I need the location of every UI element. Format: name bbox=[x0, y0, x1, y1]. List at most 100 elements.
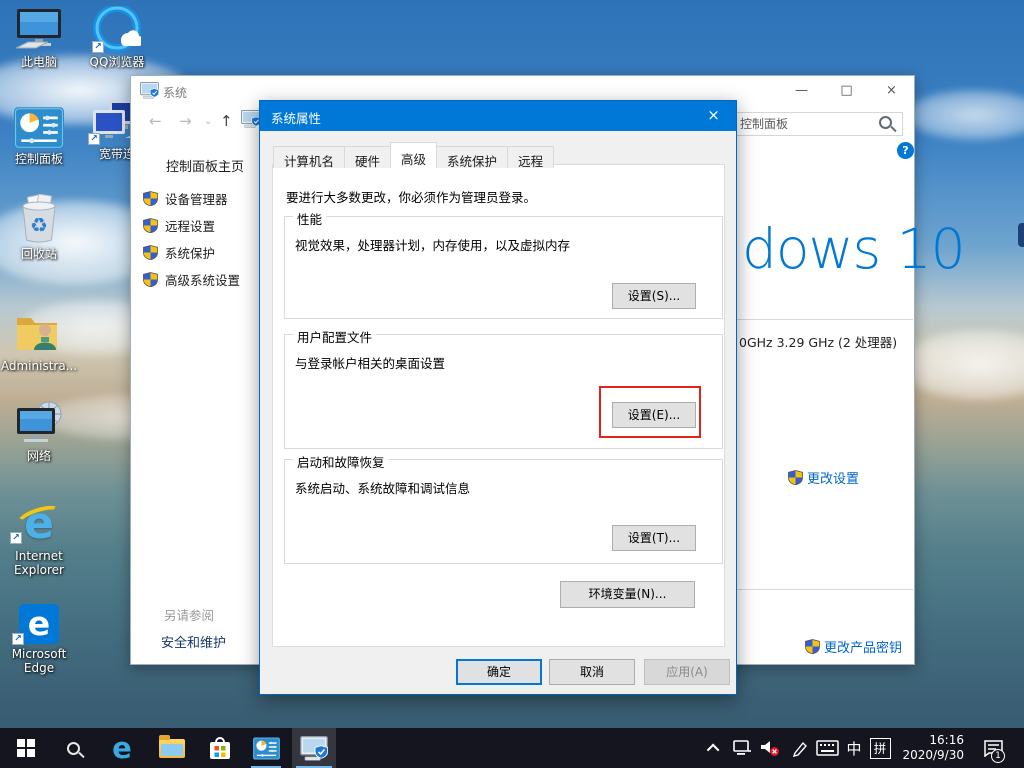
start-button[interactable] bbox=[8, 728, 44, 768]
desktop-icon-control-panel[interactable]: 控制面板 bbox=[0, 103, 78, 166]
shortcut-arrow-badge: ↗ bbox=[88, 133, 100, 145]
speaker-muted-icon bbox=[760, 739, 780, 757]
taskbar-edge-button[interactable]: e bbox=[102, 728, 142, 768]
sidebar-item-remote-settings[interactable]: 远程设置 bbox=[143, 216, 215, 235]
address-bar-icon bbox=[241, 110, 261, 128]
sidebar-item-advanced-system-settings[interactable]: 高级系统设置 bbox=[143, 270, 240, 289]
desktop-icon-label: Administra... bbox=[0, 359, 78, 373]
uac-shield-icon bbox=[143, 245, 158, 260]
performance-settings-button[interactable]: 设置(S)... bbox=[612, 283, 696, 309]
uac-shield-icon bbox=[788, 470, 803, 485]
maximize-button[interactable]: □ bbox=[824, 76, 869, 105]
desktop-icon-network[interactable]: 网络 bbox=[0, 400, 78, 463]
tray-clock[interactable]: 16:16 2020/9/30 bbox=[894, 733, 964, 763]
forward-icon[interactable]: → bbox=[179, 112, 192, 130]
desktop-icon-internet-explorer[interactable]: e ↗ Internet Explorer bbox=[0, 494, 78, 577]
taskbar-store-button[interactable] bbox=[200, 728, 240, 768]
tab-remote[interactable]: 远程 bbox=[507, 146, 554, 168]
tray-ime-pinyin[interactable]: 拼 bbox=[866, 728, 894, 768]
tray-action-center[interactable]: 1 bbox=[975, 728, 1011, 768]
sidebar-item-security-maintenance[interactable]: 安全和维护 bbox=[161, 632, 226, 651]
pinyin-badge: 拼 bbox=[870, 738, 891, 759]
wallpaper-detail bbox=[1018, 223, 1024, 247]
search-icon[interactable] bbox=[879, 116, 892, 129]
qq-browser-icon: ↗ bbox=[78, 6, 156, 52]
sidebar-item-device-manager[interactable]: 设备管理器 bbox=[143, 189, 228, 208]
startup-recovery-group-title: 启动和故障恢复 bbox=[293, 452, 389, 471]
this-pc-icon bbox=[0, 6, 78, 52]
clock-time: 16:16 bbox=[894, 733, 964, 748]
windows-start-icon bbox=[17, 739, 35, 757]
taskbar-system-button-active[interactable] bbox=[292, 728, 336, 768]
control-panel-icon bbox=[0, 103, 78, 149]
see-also-heading: 另请参阅 bbox=[164, 605, 214, 624]
microsoft-edge-icon: e ↗ bbox=[0, 598, 78, 644]
tray-network-icon[interactable] bbox=[729, 728, 755, 768]
cpu-info-text: 0GHz 3.29 GHz (2 处理器) bbox=[739, 332, 897, 351]
tray-show-hidden-icons[interactable] bbox=[702, 728, 726, 768]
shortcut-arrow-badge: ↗ bbox=[12, 633, 24, 645]
system-properties-dialog: 系统属性 × 计算机名 硬件 高级 系统保护 远程 要进行大多数更改，你必须作为… bbox=[259, 100, 737, 695]
desktop-icon-label: 此电脑 bbox=[0, 55, 78, 69]
desktop-icon-qq-browser[interactable]: ↗ QQ浏览器 bbox=[78, 6, 156, 69]
startup-recovery-group: 启动和故障恢复 系统启动、系统故障和调试信息 设置(T)... bbox=[284, 459, 723, 564]
user-profiles-group-title: 用户配置文件 bbox=[293, 327, 376, 346]
uac-shield-icon bbox=[143, 272, 158, 287]
environment-variables-button[interactable]: 环境变量(N)... bbox=[560, 581, 695, 608]
tray-touch-keyboard-icon[interactable] bbox=[812, 728, 842, 768]
desktop-icon-label: QQ浏览器 bbox=[78, 55, 156, 69]
user-folder-icon bbox=[0, 310, 78, 356]
desktop-icon-recycle-bin[interactable]: ♻ 回收站 bbox=[0, 198, 78, 261]
divider bbox=[735, 589, 913, 590]
tray-volume-muted-icon[interactable] bbox=[757, 728, 783, 768]
dialog-close-button[interactable]: × bbox=[691, 101, 736, 131]
back-icon[interactable]: ← bbox=[149, 112, 162, 130]
sidebar-item-control-panel-home[interactable]: 控制面板主页 bbox=[166, 156, 244, 175]
network-status-icon bbox=[733, 740, 751, 756]
tab-computer-name[interactable]: 计算机名 bbox=[273, 146, 345, 168]
desktop-icon-label: 回收站 bbox=[0, 247, 78, 261]
uac-shield-icon bbox=[143, 218, 158, 233]
desktop-icon-label: 控制面板 bbox=[0, 152, 78, 166]
window-title: 系统 bbox=[163, 84, 187, 101]
red-highlight-box bbox=[599, 386, 701, 438]
system-window-icon bbox=[140, 82, 159, 99]
desktop-icon-this-pc[interactable]: 此电脑 bbox=[0, 6, 78, 69]
cancel-button[interactable]: 取消 bbox=[549, 659, 635, 685]
edge-e-glyph: e bbox=[28, 604, 50, 644]
desktop-icon-microsoft-edge[interactable]: e ↗ Microsoft Edge bbox=[0, 598, 78, 675]
taskbar-file-explorer-button[interactable] bbox=[152, 728, 192, 768]
taskbar-control-panel-button[interactable] bbox=[246, 728, 286, 768]
cloud bbox=[900, 330, 1024, 400]
network-icon bbox=[0, 400, 78, 446]
startup-settings-button[interactable]: 设置(T)... bbox=[612, 525, 696, 551]
tab-hardware[interactable]: 硬件 bbox=[344, 146, 391, 168]
dialog-title: 系统属性 bbox=[271, 108, 321, 127]
startup-recovery-description: 系统启动、系统故障和调试信息 bbox=[295, 478, 470, 497]
sidebar-item-system-protection[interactable]: 系统保护 bbox=[143, 243, 215, 262]
apply-button[interactable]: 应用(A) bbox=[644, 659, 730, 685]
history-dropdown-icon[interactable]: ⌄ bbox=[204, 116, 212, 127]
uac-shield-icon bbox=[805, 639, 820, 654]
help-icon[interactable]: ? bbox=[897, 142, 914, 159]
performance-group: 性能 视觉效果，处理器计划，内存使用，以及虚拟内存 设置(S)... bbox=[284, 216, 723, 319]
taskbar-search-button[interactable] bbox=[56, 728, 90, 768]
internet-explorer-icon: e ↗ bbox=[0, 494, 78, 546]
recycle-bin-icon: ♻ bbox=[0, 198, 78, 244]
microsoft-store-icon bbox=[208, 735, 232, 761]
tray-pen-icon[interactable] bbox=[786, 728, 812, 768]
taskbar: e bbox=[0, 728, 1024, 768]
change-product-key-link[interactable]: 更改产品密钥 bbox=[805, 637, 902, 656]
window-close-button[interactable]: × bbox=[869, 76, 914, 105]
tab-system-protection[interactable]: 系统保护 bbox=[436, 146, 508, 168]
change-settings-link[interactable]: 更改设置 bbox=[788, 468, 859, 487]
clock-date: 2020/9/30 bbox=[894, 748, 964, 763]
minimize-button[interactable]: — bbox=[779, 76, 824, 105]
dialog-titlebar[interactable]: 系统属性 × bbox=[260, 101, 736, 131]
ok-button[interactable]: 确定 bbox=[456, 659, 542, 685]
system-window-icon bbox=[300, 736, 328, 761]
tab-advanced[interactable]: 高级 bbox=[390, 142, 437, 168]
tray-ime-mode[interactable]: 中 bbox=[842, 728, 866, 768]
desktop-icon-administrator-folder[interactable]: Administra... bbox=[0, 310, 78, 373]
up-icon[interactable]: ↑ bbox=[220, 112, 233, 130]
